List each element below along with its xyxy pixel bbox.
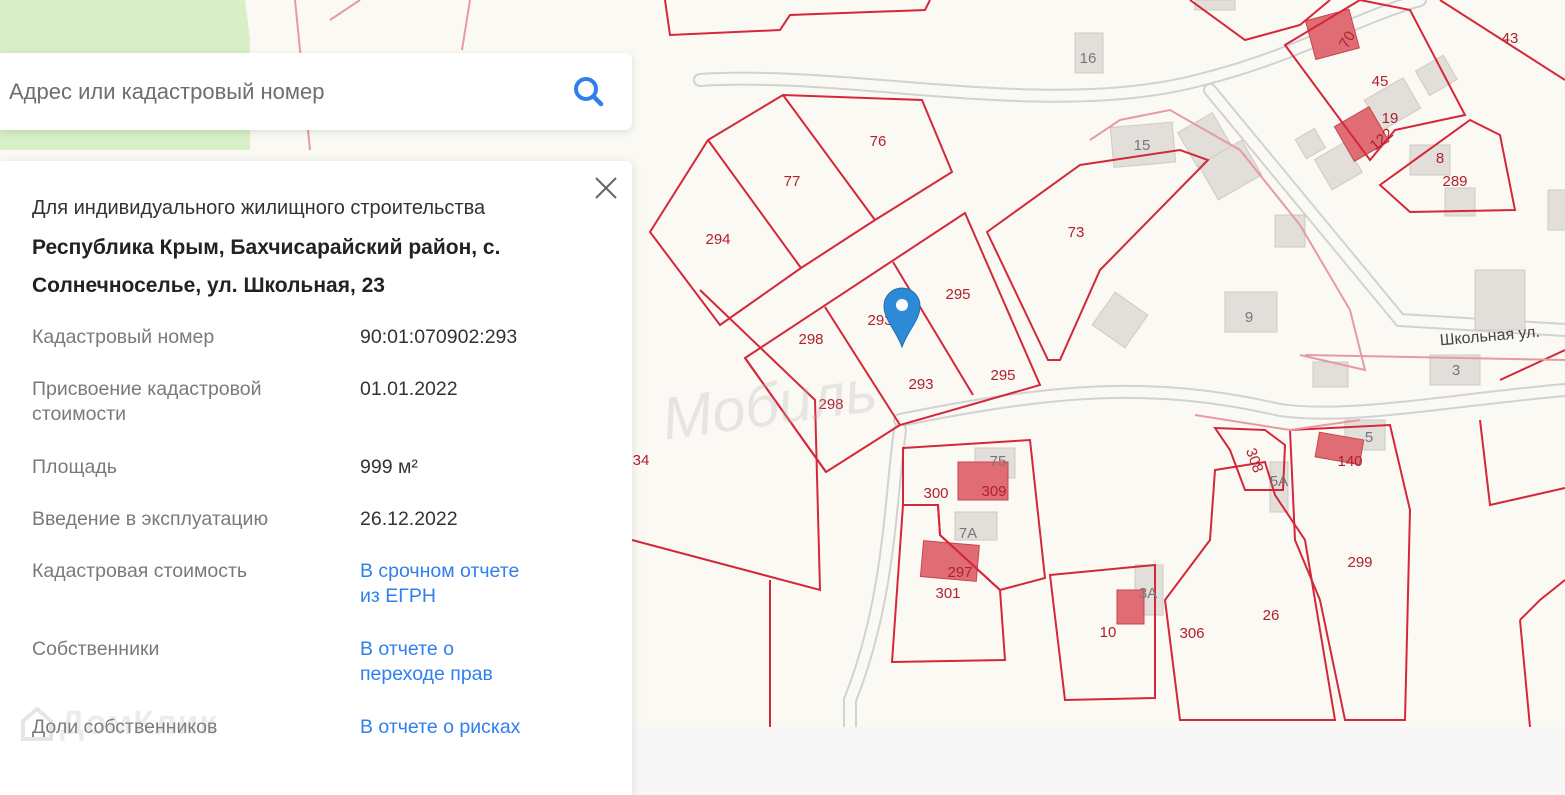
parcel-label: 7А — [959, 525, 977, 542]
parcel-label: 43 — [1502, 30, 1519, 47]
parcel-label: 299 — [1347, 554, 1372, 571]
map-watermark: Мобиль — [658, 356, 881, 452]
search-icon[interactable] — [572, 75, 606, 109]
parcel-label: 295 — [990, 367, 1015, 384]
parcel-label: 26 — [1263, 607, 1280, 624]
info-value: 01.01.2022 — [360, 378, 458, 400]
parcel-label: 10 — [1100, 624, 1117, 641]
parcel-labels: 76 77 294 295 298 293 298 295 293 73 43 … — [633, 28, 1519, 642]
parcel-label: 9 — [1245, 309, 1253, 326]
parcel-label: 45 — [1372, 73, 1389, 90]
parcel-label: 298 — [798, 331, 823, 348]
domclick-watermark-icon — [21, 706, 53, 741]
info-label: Кадастровый номер — [32, 326, 215, 348]
info-value: 90:01:070902:293 — [360, 326, 518, 348]
parcel-label: 15 — [1134, 137, 1151, 154]
search-bar — [0, 53, 632, 130]
info-label: Кадастровая стоимость — [32, 560, 248, 582]
info-value: 26.12.2022 — [360, 508, 458, 530]
risks-report-link[interactable]: В отчете о рисках — [360, 715, 600, 740]
parcel-info-card: Для индивидуального жилищного строительс… — [0, 161, 632, 795]
parcel-label: 293 — [908, 376, 933, 393]
rights-transfer-report-link[interactable]: В отчете о переходе прав — [360, 637, 530, 687]
parcel-label: 300 — [923, 485, 948, 502]
parcel-label: 301 — [935, 585, 960, 602]
parcel-label: 76 — [870, 133, 887, 150]
parcel-label: 3 — [1452, 362, 1460, 379]
egrn-report-link[interactable]: В срочном отчете из ЕГРН — [360, 559, 540, 609]
parcel-label: 5 — [1365, 429, 1373, 446]
parcel-label: 297 — [947, 564, 972, 581]
parcel-label: 75 — [990, 453, 1007, 470]
search-input[interactable] — [7, 77, 551, 106]
location-marker-icon[interactable] — [883, 287, 921, 349]
domclick-watermark: ДомКлик — [60, 704, 218, 742]
info-label: Введение в эксплуатацию — [32, 508, 269, 530]
parcel-label: 308 — [1242, 446, 1267, 475]
close-icon[interactable] — [592, 174, 620, 202]
parcel-label: 140 — [1337, 453, 1362, 470]
parcel-label: 8 — [1436, 150, 1444, 167]
parcel-label: 34 — [633, 452, 650, 469]
parcel-label: 77 — [784, 173, 801, 190]
parcel-label: 16 — [1080, 50, 1097, 67]
parcel-label: 294 — [705, 231, 730, 248]
parcel-label: 295 — [945, 286, 970, 303]
parcel-lines — [631, 0, 1565, 727]
parcel-address: Республика Крым, Бахчисарайский район, с… — [32, 236, 501, 297]
info-label: Площадь — [32, 456, 117, 478]
parcel-label: 309 — [981, 483, 1006, 500]
parcel-label: 19 — [1382, 110, 1399, 127]
parcel-label: 3А — [1139, 585, 1157, 602]
parcel-label: 306 — [1179, 625, 1204, 642]
info-value: 999 м² — [360, 456, 418, 478]
land-purpose: Для индивидуального жилищного строительс… — [32, 197, 486, 219]
info-label: Присвоение кадастровой стоимости — [32, 378, 262, 425]
info-label: Собственники — [32, 638, 160, 660]
parcel-label: 289 — [1442, 173, 1467, 190]
parcel-label: 73 — [1068, 224, 1085, 241]
parcel-label: 5А — [1270, 473, 1288, 490]
